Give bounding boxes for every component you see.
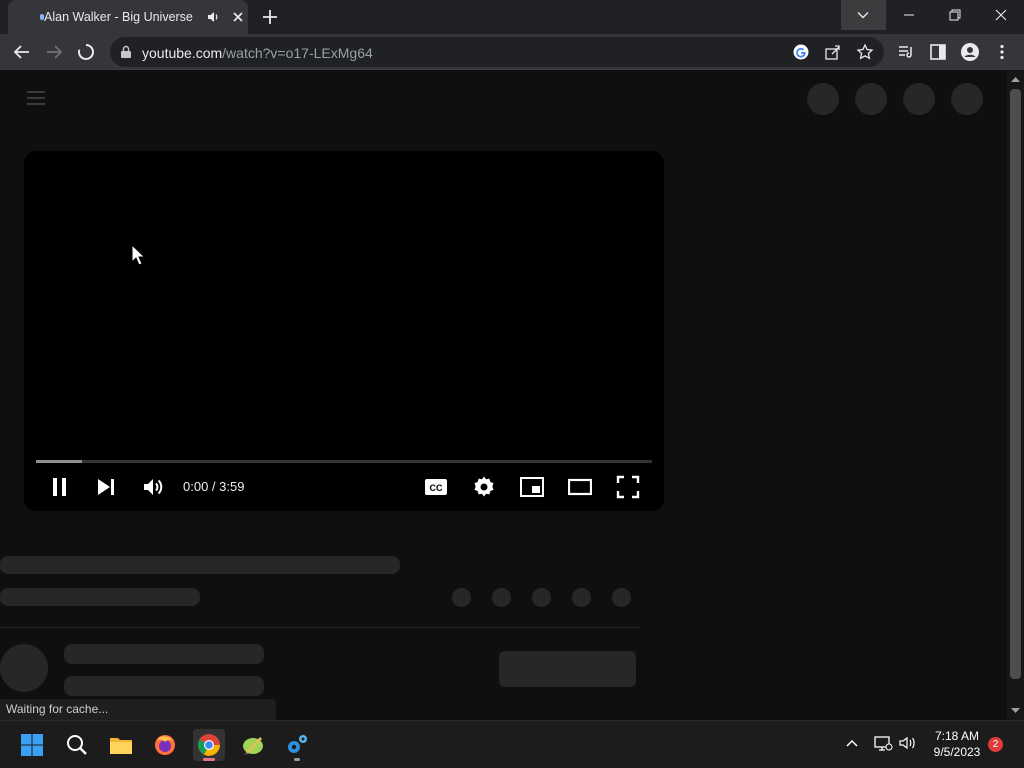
share-icon[interactable] (824, 43, 842, 61)
youtube-page: 0:00 / 3:59 CC (0, 71, 1007, 720)
clock-date: 9/5/2023 (933, 745, 981, 759)
arrow-left-icon[interactable] (12, 42, 32, 62)
search-button[interactable] (61, 729, 93, 761)
browser-window: Alan Walker - Big Universe - youtube.com… (0, 0, 1024, 768)
volume-icon[interactable] (141, 475, 165, 499)
header-placeholder-circle (855, 83, 887, 115)
action-skeleton-circle (612, 588, 631, 607)
progress-bar[interactable] (36, 460, 652, 463)
header-placeholder-circle (951, 83, 983, 115)
page-scrollbar[interactable] (1007, 71, 1024, 720)
windows-taskbar: 7:18 AM 9/5/2023 2 (0, 720, 1024, 768)
url-host: youtube.com (142, 45, 223, 61)
arrow-right-icon[interactable] (44, 42, 64, 62)
loading-spinner-icon[interactable] (76, 42, 96, 62)
title-skeleton (0, 556, 400, 574)
minimize-button[interactable] (886, 0, 932, 30)
action-skeleton-circle (572, 588, 591, 607)
chrome-icon (198, 734, 220, 756)
url-path: /watch?v=o17-LExMg64 (222, 45, 373, 61)
action-skeleton-circle (452, 588, 471, 607)
google-lens-icon[interactable] (792, 43, 810, 61)
chevron-up-icon[interactable] (842, 733, 862, 753)
running-app-indicator (294, 758, 300, 761)
subscribe-button-skeleton (499, 651, 636, 687)
close-window-button[interactable] (978, 0, 1024, 30)
start-button[interactable] (16, 729, 48, 761)
settings-gears-button[interactable] (281, 729, 313, 761)
notification-badge[interactable]: 2 (988, 737, 1003, 752)
guide-menu-icon[interactable] (27, 91, 45, 105)
address-bar[interactable]: youtube.com/watch?v=o17-LExMg64 (110, 37, 884, 67)
tab-search-button[interactable] (841, 0, 886, 30)
settings-icon[interactable] (472, 475, 496, 499)
pause-icon[interactable] (48, 475, 72, 499)
search-icon (67, 735, 87, 755)
url-text: youtube.com/watch?v=o17-LExMg64 (142, 45, 373, 61)
scrollbar-thumb[interactable] (1010, 89, 1021, 679)
active-app-indicator (203, 758, 215, 761)
system-clock[interactable]: 7:18 AM 9/5/2023 (924, 728, 990, 760)
mouse-cursor-icon (131, 244, 145, 266)
volume-icon[interactable] (897, 733, 917, 753)
progress-loaded (36, 460, 83, 463)
browser-tab-active[interactable]: Alan Walker - Big Universe - (8, 0, 248, 34)
chrome-button[interactable] (193, 729, 225, 761)
speaker-icon[interactable] (205, 9, 221, 25)
theater-mode-icon[interactable] (568, 475, 592, 499)
scroll-down-icon[interactable] (1011, 707, 1020, 714)
tab-title: Alan Walker - Big Universe - (44, 10, 196, 24)
channel-subs-skeleton (64, 676, 264, 696)
channel-name-skeleton (64, 644, 264, 664)
header-placeholder-circle (807, 83, 839, 115)
restore-button[interactable] (932, 0, 978, 30)
tab-strip: Alan Walker - Big Universe - (0, 0, 1024, 34)
star-icon[interactable] (856, 43, 874, 61)
restore-icon (949, 9, 961, 21)
firefox-button[interactable] (149, 729, 181, 761)
close-icon (995, 9, 1007, 21)
chevron-down-icon (857, 12, 869, 19)
file-explorer-button[interactable] (105, 729, 137, 761)
profile-icon[interactable] (960, 42, 980, 62)
subtitle-skeleton (0, 588, 200, 606)
status-bubble: Waiting for cache... (0, 699, 276, 720)
firefox-icon (155, 735, 175, 755)
channel-avatar-skeleton (0, 644, 48, 692)
time-display: 0:00 / 3:59 (183, 479, 245, 494)
network-icon[interactable] (873, 733, 893, 753)
browser-toolbar: youtube.com/watch?v=o17-LExMg64 (0, 34, 1024, 70)
video-player[interactable]: 0:00 / 3:59 CC (24, 151, 664, 511)
action-skeleton-circle (532, 588, 551, 607)
notepad-plus-plus-icon (243, 737, 263, 755)
media-queue-icon[interactable] (896, 42, 916, 62)
more-menu-icon[interactable] (992, 42, 1012, 62)
fullscreen-icon[interactable] (616, 475, 640, 499)
minimize-icon (904, 14, 914, 16)
section-divider (0, 627, 640, 628)
captions-icon[interactable]: CC (424, 475, 448, 499)
clock-time: 7:18 AM (934, 729, 980, 743)
svg-text:CC: CC (430, 483, 443, 493)
plus-icon[interactable] (259, 6, 281, 28)
miniplayer-icon[interactable] (520, 475, 544, 499)
side-panel-icon[interactable] (928, 42, 948, 62)
scroll-up-icon[interactable] (1011, 76, 1020, 83)
settings-gears-icon (288, 735, 307, 753)
lock-icon[interactable] (120, 45, 132, 59)
start-icon (21, 734, 43, 756)
next-icon[interactable] (94, 475, 118, 499)
header-placeholder-circle (903, 83, 935, 115)
file-explorer-icon (110, 738, 132, 754)
notepad-plus-plus-button[interactable] (237, 729, 269, 761)
action-skeleton-circle (492, 588, 511, 607)
close-icon[interactable] (229, 8, 247, 26)
